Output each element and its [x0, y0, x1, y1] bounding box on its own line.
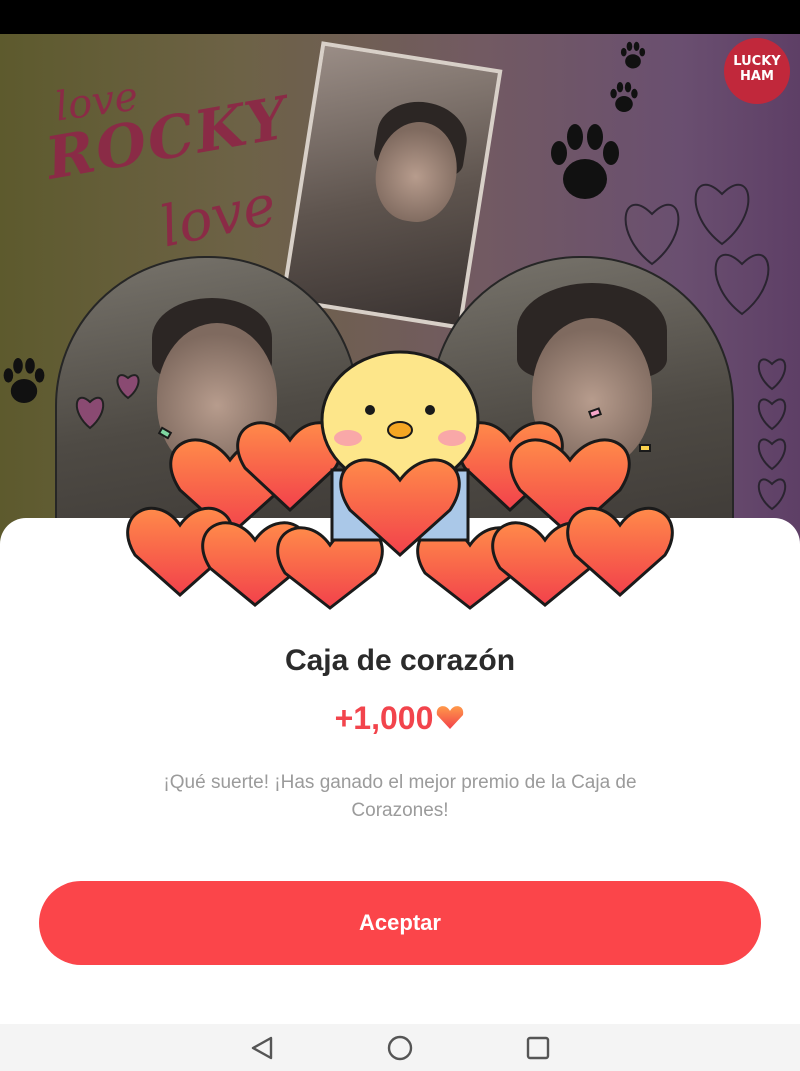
reward-message: ¡Qué suerte! ¡Has ganado el mejor premio… — [163, 772, 637, 821]
dialog-title: Caja de corazón — [284, 644, 516, 677]
paw-print-left-icon — [3, 358, 45, 403]
recents-square-icon[interactable] — [518, 1032, 558, 1064]
system-navigation-bar — [0, 1024, 800, 1071]
home-circle-icon[interactable] — [380, 1032, 420, 1064]
paw-print-small-icon-2 — [610, 82, 638, 112]
heart-icon — [435, 702, 465, 739]
accept-button[interactable]: Aceptar — [39, 881, 761, 965]
paw-print-small-icon — [620, 41, 646, 69]
back-triangle-icon[interactable] — [243, 1032, 283, 1064]
scribble-love-2: love — [154, 172, 282, 261]
photo-card — [280, 41, 503, 330]
lucky-ham-badge: LUCKY HAM — [724, 38, 790, 104]
status-bar — [0, 0, 800, 34]
reward-amount: +1,000 — [334, 700, 434, 736]
reward-amount-row: +1,000 — [0, 700, 800, 739]
heart-box-illustration — [126, 350, 674, 610]
